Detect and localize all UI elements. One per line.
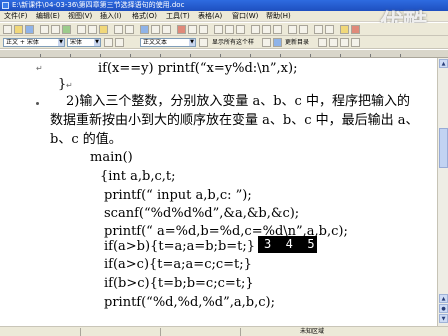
chevron-down-icon: ▼ — [58, 39, 64, 46]
paragraph-line-1: 2)输入三个整数，分别放入变量 a、b、c 中，程序把输入的 — [66, 94, 410, 109]
chevron-down-icon: ▼ — [189, 39, 195, 46]
code-int-decl: {int a,b,c,t; — [100, 169, 176, 184]
code-if-bc: if(b>c){t=b;b=c;c=t;} — [104, 276, 254, 291]
standard-toolbar — [0, 23, 448, 36]
drawing-icon[interactable] — [177, 25, 186, 34]
new-icon[interactable] — [3, 25, 12, 34]
menu-format[interactable]: 格式(O) — [132, 11, 157, 22]
cut-icon[interactable] — [77, 25, 86, 34]
code-printf-input: printf(“ input a,b,c: ”); — [104, 188, 252, 203]
update-toc-icon[interactable] — [273, 38, 282, 47]
update-toc-label[interactable]: 更新目录 — [285, 36, 309, 49]
paragraph-line-2: 数据重新按由小到大的顺序放在变量 a、b、c 中，最后输出 a、 — [50, 113, 419, 128]
code-if-ac: if(a>c){t=a;a=c;c=t;} — [104, 257, 252, 272]
open-icon[interactable] — [14, 25, 23, 34]
style2-combo-value: 正文文本 — [143, 39, 168, 46]
bold-icon[interactable] — [214, 25, 223, 34]
status-bar: 未知区域 — [0, 326, 448, 336]
menu-table[interactable]: 表格(A) — [198, 11, 222, 22]
subdoc-icon[interactable] — [340, 38, 349, 47]
menu-view[interactable]: 视图(V) — [68, 11, 92, 22]
promote-icon[interactable] — [262, 38, 271, 47]
window-title: E:\新课件\04-03-36\第四章第三节选择语句的使用.doc — [12, 1, 185, 9]
menu-edit[interactable]: 编辑(E) — [36, 11, 60, 22]
master-doc-icon[interactable] — [329, 38, 338, 47]
italic-icon[interactable] — [115, 38, 124, 47]
vertical-scrollbar[interactable]: ▲ ▲ ● ▼ — [437, 58, 448, 326]
bullets-icon[interactable] — [299, 25, 308, 34]
undo-icon[interactable] — [114, 25, 123, 34]
align-left-icon[interactable] — [251, 25, 260, 34]
lock-icon[interactable] — [351, 38, 360, 47]
document-area[interactable]: ↵ if(x==y) printf(“x=y%d:\n”,x); } ↵ 2)输… — [0, 58, 437, 326]
paragraph-mark-icon: ↵ — [36, 64, 43, 73]
menu-tools[interactable]: 工具(T) — [166, 11, 190, 22]
highlight-icon[interactable] — [340, 25, 349, 34]
redo-icon[interactable] — [125, 25, 134, 34]
font-combo[interactable]: 宋体 ▼ — [67, 38, 101, 47]
bullet-dot — [36, 102, 39, 105]
underline-icon[interactable] — [236, 25, 245, 34]
code-line-if-xy: if(x==y) printf(“x=y%d:\n”,x); — [98, 61, 298, 76]
menu-file[interactable]: 文件(F) — [4, 11, 28, 22]
scroll-thumb[interactable] — [439, 128, 448, 168]
menu-help[interactable]: 帮助(H) — [266, 11, 291, 22]
code-if-ab: if(a>b){t=a;a=b;b=t;} — [104, 239, 256, 254]
align-right-icon[interactable] — [273, 25, 282, 34]
paste-icon[interactable] — [99, 25, 108, 34]
code-printf-result: printf(“%d,%d,%d”,a,b,c); — [104, 295, 275, 310]
spellcheck-icon[interactable] — [62, 25, 71, 34]
style-combo[interactable]: 正文 + 宋体 ▼ — [3, 38, 65, 47]
next-page-icon[interactable]: ▼ — [439, 314, 448, 323]
menu-window[interactable]: 窗口(W) — [232, 11, 258, 22]
print-icon[interactable] — [40, 25, 49, 34]
outdent-icon[interactable] — [325, 25, 334, 34]
code-main: main() — [90, 150, 133, 165]
font-combo-value: 宋体 — [70, 39, 83, 46]
select-browse-icon[interactable]: ● — [439, 304, 448, 313]
italic-icon[interactable] — [225, 25, 234, 34]
paragraph-line-3: b、c 的值。 — [50, 132, 122, 147]
code-scanf: scanf(“%d%d%d”,&a,&b,&c); — [104, 206, 300, 221]
outline-icon[interactable] — [199, 38, 208, 47]
copy-icon[interactable] — [88, 25, 97, 34]
save-icon[interactable] — [25, 25, 34, 34]
scroll-up-icon[interactable]: ▲ — [439, 59, 448, 68]
show-level-label[interactable]: 显示所有这个样 — [212, 36, 254, 49]
align-center-icon[interactable] — [262, 25, 271, 34]
chevron-down-icon: ▼ — [94, 39, 100, 46]
style-combo-value: 正文 + 宋体 — [6, 39, 39, 46]
numbering-icon[interactable] — [288, 25, 297, 34]
paragraph-mark-icon: ↵ — [66, 81, 73, 90]
horizontal-ruler[interactable] — [0, 50, 448, 58]
font-color-icon[interactable] — [351, 25, 360, 34]
goto-toc-icon[interactable] — [318, 38, 327, 47]
style2-combo[interactable]: 正文文本 ▼ — [140, 38, 196, 47]
menu-insert[interactable]: 插入(I) — [100, 11, 122, 22]
preview-icon[interactable] — [51, 25, 60, 34]
bold-icon[interactable] — [104, 38, 113, 47]
console-output-overlay: 3 4 5 — [258, 236, 317, 253]
formatting-toolbar: 正文 + 宋体 ▼ 宋体 ▼ 正文文本 ▼ 显示所有这个样 更新目录 — [0, 36, 448, 49]
table-icon[interactable] — [151, 25, 160, 34]
word-app-icon — [2, 2, 9, 9]
prev-page-icon[interactable]: ▲ — [439, 294, 448, 303]
show-marks-icon[interactable] — [199, 25, 208, 34]
hyperlink-icon[interactable] — [140, 25, 149, 34]
status-area: 未知区域 — [300, 328, 325, 335]
columns-icon[interactable] — [162, 25, 171, 34]
docmap-icon[interactable] — [188, 25, 197, 34]
indent-icon[interactable] — [314, 25, 323, 34]
